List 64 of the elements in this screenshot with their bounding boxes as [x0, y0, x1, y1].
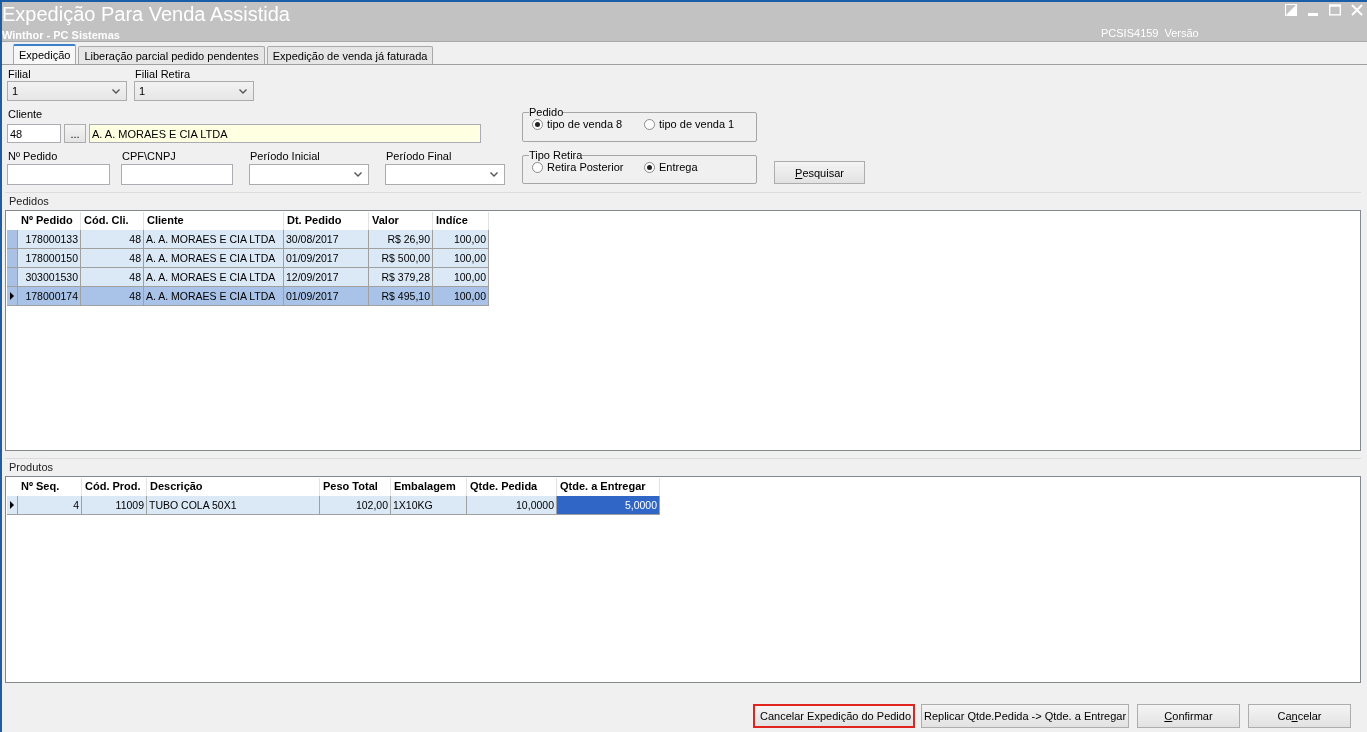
- group-title: Pedido: [529, 106, 564, 118]
- program-code: PCSIS4159: [1101, 27, 1159, 39]
- table-row[interactable]: 178000150 48 A. A. MORAES E CIA LTDA 01/09/2017 R$ 500,00 100,00: [7, 249, 489, 268]
- input-field[interactable]: [121, 164, 233, 185]
- table-cell[interactable]: 5,0000: [557, 496, 660, 515]
- caret-icon: [490, 172, 498, 177]
- table-cell: 48: [81, 287, 144, 306]
- row-selector[interactable]: [7, 287, 18, 306]
- table-cell[interactable]: 4: [18, 496, 82, 515]
- caret-icon: [354, 172, 362, 177]
- search-button[interactable]: Pesquisar: [774, 161, 865, 184]
- radio-option[interactable]: tipo de venda 1: [644, 118, 756, 131]
- table-cell[interactable]: TUBO COLA 50X1: [147, 496, 320, 515]
- lookup-button[interactable]: ...: [64, 124, 86, 143]
- dropdown[interactable]: [385, 164, 505, 185]
- action-button[interactable]: Confirmar: [1137, 704, 1240, 728]
- section-title: Produtos: [9, 460, 54, 473]
- action-button[interactable]: Cancelar Expedição do Pedido: [753, 704, 915, 728]
- client-name-field[interactable]: A. A. MORAES E CIA LTDA: [89, 124, 481, 143]
- window-subtitle: Winthor - PC Sistemas: [2, 29, 120, 42]
- radio-option[interactable]: Retira Posterior: [532, 161, 644, 174]
- row-selector[interactable]: [7, 496, 18, 515]
- row-pointer-icon: [10, 501, 14, 509]
- tab[interactable]: Expedição: [13, 44, 77, 64]
- table-cell: R$ 495,10: [369, 287, 433, 306]
- table-row[interactable]: 4 11009 TUBO COLA 50X1 102,00 1X10KG 10,0000 5,0000: [7, 496, 660, 515]
- action-button[interactable]: Replicar Qtde.Pedida -> Qtde. a Entregar: [921, 704, 1129, 728]
- action-button[interactable]: Cancelar: [1248, 704, 1351, 728]
- radio-option[interactable]: tipo de venda 8: [532, 118, 644, 131]
- caret-icon: [112, 88, 120, 94]
- field-label: Filial Retira: [135, 68, 190, 80]
- field-label: Período Inicial: [250, 150, 320, 162]
- table-cell: 100,00: [433, 287, 489, 306]
- field-label: CPF\CNPJ: [122, 150, 176, 162]
- table-row[interactable]: 178000174 48 A. A. MORAES E CIA LTDA 01/09/2017 R$ 495,10 100,00: [7, 287, 489, 306]
- table-cell: 178000174: [18, 287, 81, 306]
- tab[interactable]: Liberação parcial pedido pendentes: [78, 46, 265, 64]
- table-row[interactable]: 178000133 48 A. A. MORAES E CIA LTDA 30/08/2017 R$ 26,90 100,00: [7, 230, 489, 249]
- dropdown[interactable]: [249, 164, 369, 185]
- table-row[interactable]: 303001530 48 A. A. MORAES E CIA LTDA 12/09/2017 R$ 379,28 100,00: [7, 268, 489, 287]
- row-pointer-icon: [10, 292, 14, 300]
- version-label: Versão: [1164, 27, 1199, 39]
- section-title: Pedidos: [9, 194, 49, 207]
- table-cell[interactable]: 102,00: [320, 496, 391, 515]
- field-label: Cliente: [8, 108, 43, 120]
- table-cell[interactable]: 1X10KG: [391, 496, 467, 515]
- radio-option[interactable]: Entrega: [644, 161, 756, 174]
- group-title: Tipo Retira: [529, 149, 583, 161]
- field-label: Filial: [8, 68, 31, 80]
- caret-icon: [239, 88, 247, 94]
- tab[interactable]: Expedição de venda já faturada: [266, 46, 434, 64]
- table-cell: 01/09/2017: [284, 287, 369, 306]
- field-label: Período Final: [386, 150, 452, 162]
- table-cell[interactable]: 11009: [82, 496, 147, 515]
- maximize-icon[interactable]: [1329, 4, 1341, 16]
- field-label: Nº Pedido: [8, 150, 58, 162]
- window-title: Expedição Para Venda Assistida: [2, 3, 290, 25]
- diagonal-square-icon[interactable]: [1285, 4, 1297, 16]
- dropdown[interactable]: 1: [7, 81, 127, 101]
- table-cell: A. A. MORAES E CIA LTDA: [144, 287, 284, 306]
- input-field[interactable]: [7, 164, 110, 185]
- close-icon[interactable]: [1351, 4, 1363, 16]
- input-field[interactable]: 48: [7, 124, 61, 143]
- dropdown[interactable]: 1: [134, 81, 254, 101]
